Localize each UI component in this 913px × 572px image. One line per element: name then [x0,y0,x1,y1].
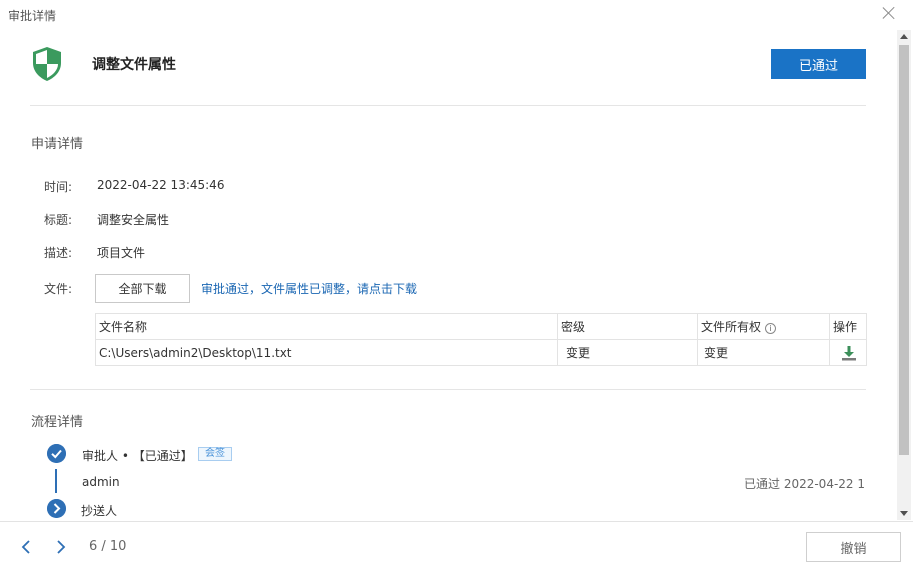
info-icon[interactable]: i [765,323,777,334]
dialog-title: 审批详情 [8,9,57,23]
cell-ownership: 变更 [697,339,830,366]
step-cc-title: 抄送人 [81,504,118,518]
section-title-details: 申请详情 [31,137,84,152]
field-value-title: 调整安全属性 [97,213,170,227]
field-label-description: 描述: [44,246,73,260]
field-value-time: 2022-04-22 13:45:46 [97,178,225,192]
step-approver-title: 审批人 • 【已通过】 [82,449,193,463]
scroll-up-arrow-icon[interactable] [897,30,911,44]
cell-filename: C:\Users\admin2\Desktop\11.txt [95,339,558,366]
revoke-button[interactable]: 撤销 [806,532,901,562]
step-approved-check-icon [47,444,66,463]
chevron-left-icon[interactable] [19,538,33,556]
status-approved-button[interactable]: 已通过 [771,49,866,79]
countersign-tag: 会签 [198,447,232,461]
table-row: C:\Users\admin2\Desktop\11.txt 变更 变更 [95,339,867,366]
step-connector [55,469,57,493]
field-value-description: 项目文件 [97,246,146,260]
footer-divider [0,521,913,522]
divider [30,105,866,106]
column-header-ownership: 文件所有权 i [697,313,830,340]
field-label-title: 标题: [44,213,73,227]
column-header-filename: 文件名称 [95,313,558,340]
download-note: 审批通过，文件属性已调整，请点击下载 [201,282,418,296]
field-label-time: 时间: [44,180,73,194]
column-header-level: 密级 [557,313,698,340]
shield-icon [33,47,61,81]
page-title: 调整文件属性 [92,57,176,73]
scrollbar-thumb[interactable] [899,45,909,455]
step-approver-name: admin [82,475,120,489]
content-scroll-area[interactable]: 调整文件属性 已通过 申请详情 时间: 2022-04-22 13:45:46 … [0,30,895,520]
pager-indicator: 6 / 10 [89,539,127,554]
column-header-ownership-label: 文件所有权 [701,320,762,334]
divider [30,389,866,390]
vertical-scrollbar[interactable] [897,30,911,520]
column-header-action: 操作 [829,313,867,340]
download-all-button[interactable]: 全部下载 [95,274,190,303]
step-cc-chevron-icon [47,499,66,518]
file-table: 文件名称 密级 文件所有权 i 操作 C:\Users\admin2\Deskto… [95,313,867,366]
cell-action [829,339,867,366]
field-label-file: 文件: [44,282,73,296]
chevron-right-icon[interactable] [54,538,68,556]
step-approver-result: 已通过 2022-04-22 1 [744,477,866,491]
section-title-process: 流程详情 [31,415,84,430]
scroll-down-arrow-icon[interactable] [897,506,911,520]
close-icon[interactable] [882,6,896,20]
download-icon[interactable] [841,345,857,361]
table-header-row: 文件名称 密级 文件所有权 i 操作 [95,313,867,340]
cell-level: 变更 [557,339,698,366]
